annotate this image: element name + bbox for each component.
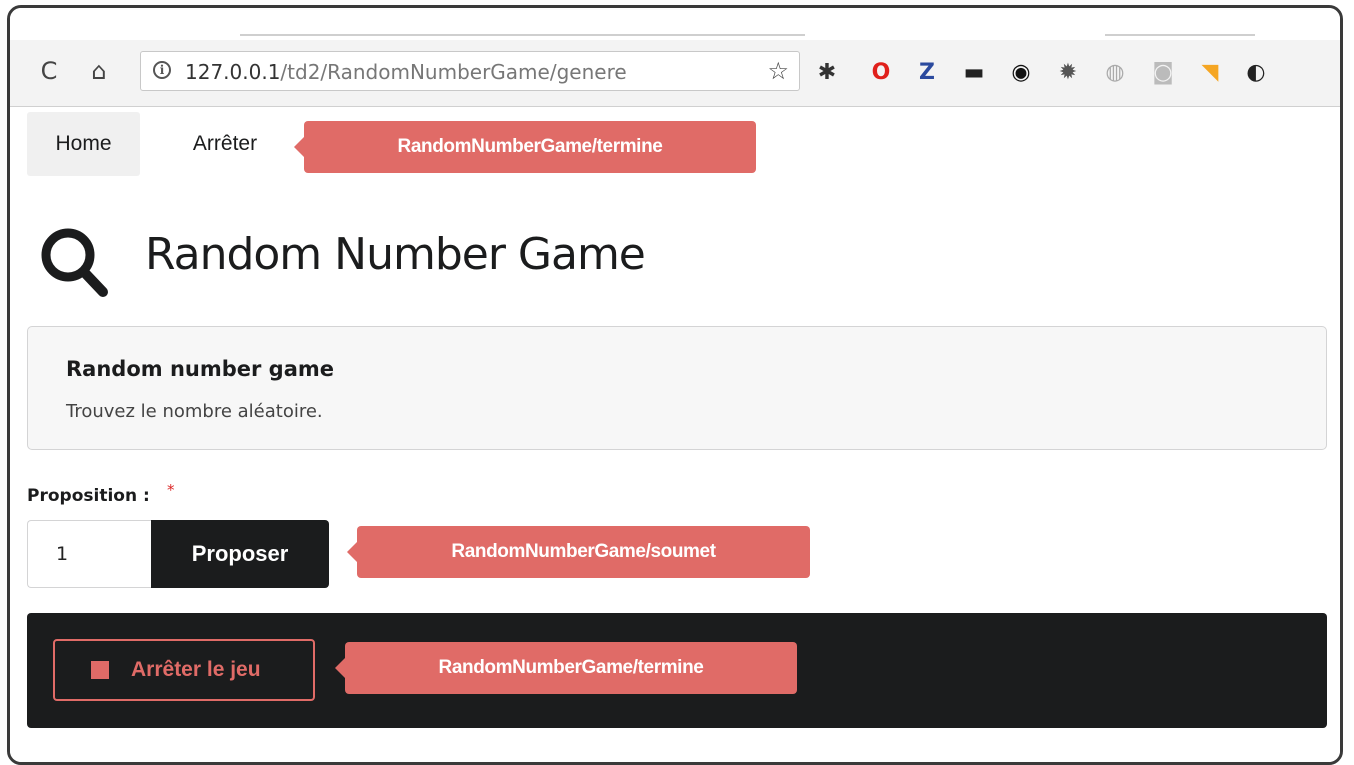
message-header: Random number game [66, 357, 334, 381]
game-controls-segment: Arrêter le jeu RandomNumberGame/termine [27, 613, 1327, 728]
bug-icon[interactable]: ✱ [814, 59, 840, 85]
search-icon [41, 228, 108, 297]
feed-grey-icon[interactable]: ◙ [1150, 59, 1176, 85]
info-icon[interactable]: i [153, 61, 171, 79]
required-asterisk: * [167, 481, 175, 499]
propose-button[interactable]: Proposer [151, 520, 329, 588]
url-path: /td2/RandomNumberGame/genere [280, 60, 627, 84]
bookmark-star-icon[interactable]: ☆ [767, 57, 789, 85]
screenshot-frame: C ⌂ i 127.0.0.1/td2/RandomNumberGame/gen… [7, 5, 1343, 765]
rss-icon[interactable]: ◥ [1197, 59, 1223, 85]
callout-stop-game: RandomNumberGame/termine [335, 642, 797, 694]
proposition-label: Proposition : [27, 486, 150, 506]
terminal-icon[interactable]: ▬ [961, 59, 987, 85]
callout-submit: RandomNumberGame/soumet [347, 526, 810, 578]
url-text[interactable]: 127.0.0.1/td2/RandomNumberGame/genere [185, 60, 627, 84]
gear-icon[interactable]: ✹ [1055, 59, 1081, 85]
callout-menu-stop: RandomNumberGame/termine [294, 121, 756, 173]
opera-icon[interactable]: O [868, 59, 894, 85]
info-message: Random number game Trouvez le nombre alé… [27, 326, 1327, 450]
page-content: Home Arrêter RandomNumberGame/termine Ra… [10, 107, 1340, 762]
partial-icon[interactable]: ◐ [1243, 59, 1269, 85]
stop-icon [91, 661, 109, 679]
address-bar[interactable]: i 127.0.0.1/td2/RandomNumberGame/genere … [140, 51, 800, 91]
stop-game-label: Arrêter le jeu [131, 658, 261, 681]
page-title: Random Number Game [145, 229, 646, 280]
menu-item-stop[interactable]: Arrêter [170, 112, 280, 176]
tab-edge [240, 34, 805, 36]
url-host: 127.0.0.1 [185, 60, 281, 84]
fingerprint-icon[interactable]: ◍ [1102, 59, 1128, 85]
stop-game-button[interactable]: Arrêter le jeu [53, 639, 315, 701]
message-text: Trouvez le nombre aléatoire. [66, 401, 323, 422]
tab-edge [1105, 34, 1255, 36]
menu-item-home[interactable]: Home [27, 112, 140, 176]
zotero-icon[interactable]: Z [914, 59, 940, 85]
proposition-input[interactable] [27, 520, 153, 588]
eye-icon[interactable]: ◉ [1008, 59, 1034, 85]
tab-strip [10, 8, 1340, 38]
reload-icon[interactable]: C [32, 54, 66, 88]
browser-toolbar: C ⌂ i 127.0.0.1/td2/RandomNumberGame/gen… [10, 40, 1340, 107]
home-icon[interactable]: ⌂ [82, 54, 116, 88]
